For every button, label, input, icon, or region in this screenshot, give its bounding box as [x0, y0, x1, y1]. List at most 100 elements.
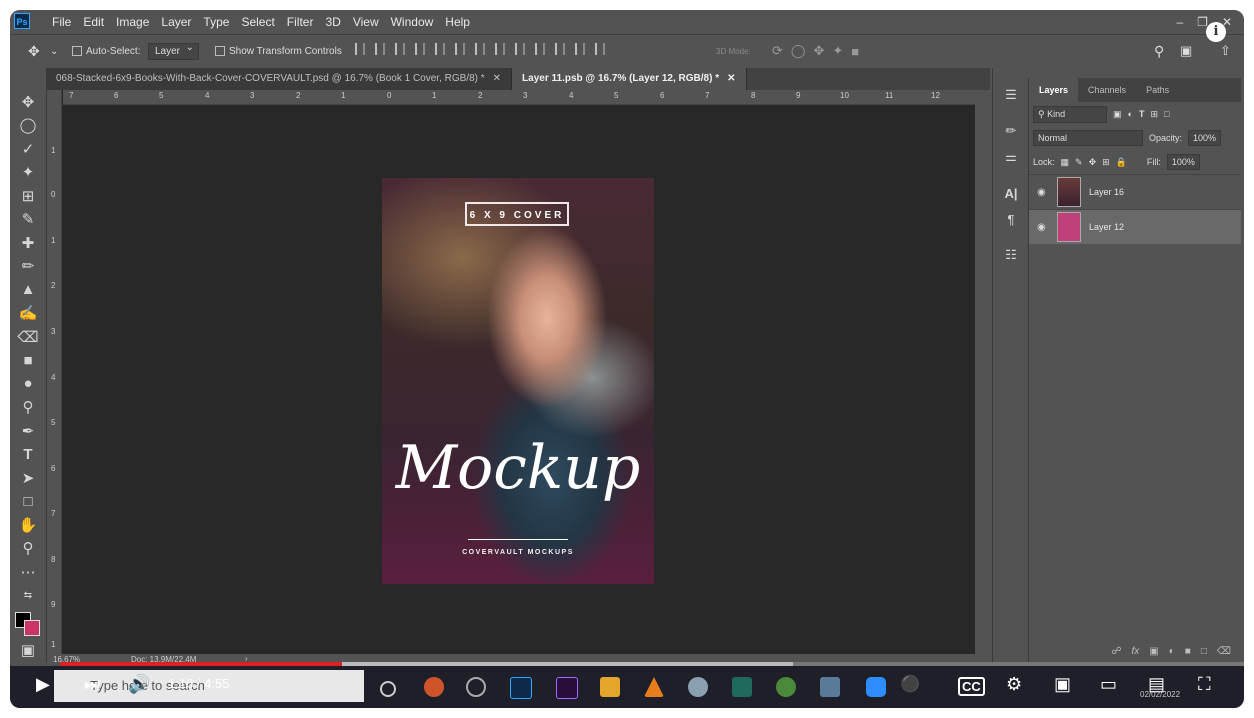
swap-colors-icon[interactable]: ⇆ [10, 584, 46, 608]
menu-type[interactable]: Type [197, 15, 235, 29]
autoplay-toggle[interactable]: ⚫ [900, 674, 920, 694]
tab-layers[interactable]: Layers [1029, 78, 1079, 102]
align-right-icon[interactable] [455, 43, 465, 55]
document-canvas[interactable]: 6 X 9 COVER Mockup COVERVAULT MOCKUPS [382, 178, 654, 584]
move-tool-icon[interactable]: ✥ [28, 35, 40, 67]
close-tab-icon[interactable]: ✕ [727, 73, 735, 84]
workspace-icon[interactable]: ▣ [1180, 35, 1192, 67]
3d-slide-icon[interactable]: ✦ [832, 43, 843, 59]
hand-icon[interactable]: ✋ [10, 513, 46, 537]
auto-select-dropdown[interactable]: Layer [148, 35, 200, 67]
play-icon[interactable]: ▶ [36, 674, 50, 695]
menu-edit[interactable]: Edit [77, 15, 110, 29]
type-filter-icon[interactable]: T [1139, 109, 1145, 119]
eyedropper-icon[interactable]: ✎ [10, 208, 46, 232]
menu-layer[interactable]: Layer [155, 15, 197, 29]
align-vcenter-icon[interactable] [375, 43, 385, 55]
distribute-top-icon[interactable] [475, 43, 485, 55]
history-brush-icon[interactable]: ✍ [10, 302, 46, 326]
show-transform-checkbox[interactable]: Show Transform Controls [215, 35, 342, 67]
adjustments-icon[interactable]: ⚌ [993, 144, 1029, 170]
lock-artboard-icon[interactable]: ⊞ [1102, 157, 1110, 168]
eye-icon[interactable]: ◉ [1037, 222, 1049, 233]
menu-3d[interactable]: 3D [319, 15, 346, 29]
chevron-down-icon[interactable]: ⌄ [50, 35, 58, 67]
distribute-left-icon[interactable] [535, 43, 545, 55]
miniplayer-icon[interactable]: ▣ [1054, 674, 1071, 695]
blur-icon[interactable]: ● [10, 372, 46, 396]
crop-icon[interactable]: ⊞ [10, 184, 46, 208]
healing-brush-icon[interactable]: ✚ [10, 231, 46, 255]
dodge-icon[interactable]: ⚲ [10, 396, 46, 420]
tab-layer-11[interactable]: Layer 11.psb @ 16.7% (Layer 12, RGB/8) *… [512, 68, 747, 90]
lock-position-icon[interactable]: ✥ [1089, 157, 1097, 168]
align-top-icon[interactable] [355, 43, 365, 55]
rectangle-icon[interactable]: □ [10, 490, 46, 514]
history-icon[interactable]: ☰ [993, 82, 1029, 108]
layer-row-12[interactable]: ◉ Layer 12 [1029, 209, 1241, 244]
ellipse-marquee-icon[interactable]: ◯ [10, 114, 46, 138]
clone-stamp-icon[interactable]: ▲ [10, 278, 46, 302]
link-icon[interactable]: ☍ [1111, 646, 1121, 657]
tab-channels[interactable]: Channels [1078, 78, 1136, 102]
align-hcenter-icon[interactable] [435, 43, 445, 55]
quick-mask-icon[interactable]: ▣ [10, 638, 46, 662]
tab-stacked-books[interactable]: 068-Stacked-6x9-Books-With-Back-Cover-CO… [46, 68, 513, 90]
fx-icon[interactable]: fx [1131, 646, 1139, 657]
lock-all-icon[interactable]: 🔒 [1116, 157, 1127, 168]
more-tools-icon[interactable]: ⋯ [10, 560, 46, 584]
shape-filter-icon[interactable]: ⊞ [1150, 109, 1158, 120]
3d-roll-icon[interactable]: ◯ [791, 43, 806, 59]
minimize-icon[interactable]: – [1176, 15, 1183, 29]
distribute-vcenter-icon[interactable] [495, 43, 505, 55]
gradient-icon[interactable]: ■ [10, 349, 46, 373]
pixel-filter-icon[interactable]: ▣ [1113, 109, 1122, 120]
zoom-icon[interactable]: ⚲ [10, 537, 46, 561]
path-selection-icon[interactable]: ➤ [10, 466, 46, 490]
volume-icon[interactable]: 🔊 [128, 674, 150, 695]
brush-icon[interactable]: ✏ [10, 255, 46, 279]
adjustment-layer-icon[interactable]: ◐ [1169, 646, 1175, 657]
pen-icon[interactable]: ✒ [10, 419, 46, 443]
canvas-area[interactable]: 7 6 5 4 3 2 1 0 1 2 3 4 5 6 7 8 9 10 11 … [47, 90, 975, 654]
mask-icon[interactable]: ▣ [1149, 646, 1158, 657]
distribute-bottom-icon[interactable] [515, 43, 525, 55]
align-bottom-icon[interactable] [395, 43, 405, 55]
blend-mode-dropdown[interactable]: Normal [1033, 130, 1143, 146]
lock-pixels-icon[interactable]: ✎ [1075, 157, 1083, 168]
move-tool-icon[interactable]: ✥ [10, 90, 46, 114]
group-icon[interactable]: ■ [1185, 646, 1191, 657]
fill-field[interactable]: 100% [1166, 154, 1200, 170]
lock-transparent-icon[interactable]: ▦ [1061, 157, 1070, 168]
eraser-icon[interactable]: ⌫ [10, 325, 46, 349]
close-tab-icon[interactable]: ✕ [493, 73, 501, 84]
menu-view[interactable]: View [347, 15, 385, 29]
layer-row-16[interactable]: ◉ Layer 16 [1029, 174, 1241, 209]
menu-image[interactable]: Image [110, 15, 155, 29]
distribute-hcenter-icon[interactable] [555, 43, 565, 55]
menu-filter[interactable]: Filter [281, 15, 320, 29]
next-icon[interactable]: ⏭ [84, 674, 100, 695]
settings-gear-icon[interactable]: ⚙ [1006, 674, 1022, 695]
smart-object-filter-icon[interactable]: □ [1164, 109, 1169, 119]
lasso-icon[interactable]: ✓ [10, 137, 46, 161]
eye-icon[interactable]: ◉ [1037, 187, 1049, 198]
theater-mode-icon[interactable]: ▭ [1100, 674, 1117, 695]
menu-window[interactable]: Window [385, 15, 440, 29]
3d-camera-icon[interactable]: ■ [851, 44, 859, 59]
3d-orbit-icon[interactable]: ⟳ [772, 43, 783, 59]
magic-wand-icon[interactable]: ✦ [10, 161, 46, 185]
paragraph-icon[interactable]: ¶ [993, 206, 1029, 232]
brush-settings-icon[interactable]: ✏ [993, 118, 1029, 144]
captions-icon[interactable]: CC [958, 677, 985, 696]
cast-icon[interactable]: ▤ [1148, 674, 1165, 695]
kind-filter-dropdown[interactable]: ⚲ Kind [1033, 105, 1107, 123]
glyphs-icon[interactable]: ☷ [993, 242, 1029, 268]
search-icon[interactable]: ⚲ [1154, 35, 1164, 67]
auto-select-checkbox[interactable]: Auto-Select: [72, 35, 140, 67]
type-tool-icon[interactable]: T [10, 443, 46, 467]
menu-select[interactable]: Select [235, 15, 280, 29]
fullscreen-icon[interactable]: ⛶ [1198, 674, 1211, 695]
adjustment-filter-icon[interactable]: ◐ [1128, 109, 1133, 119]
character-icon[interactable]: A| [993, 180, 1029, 206]
